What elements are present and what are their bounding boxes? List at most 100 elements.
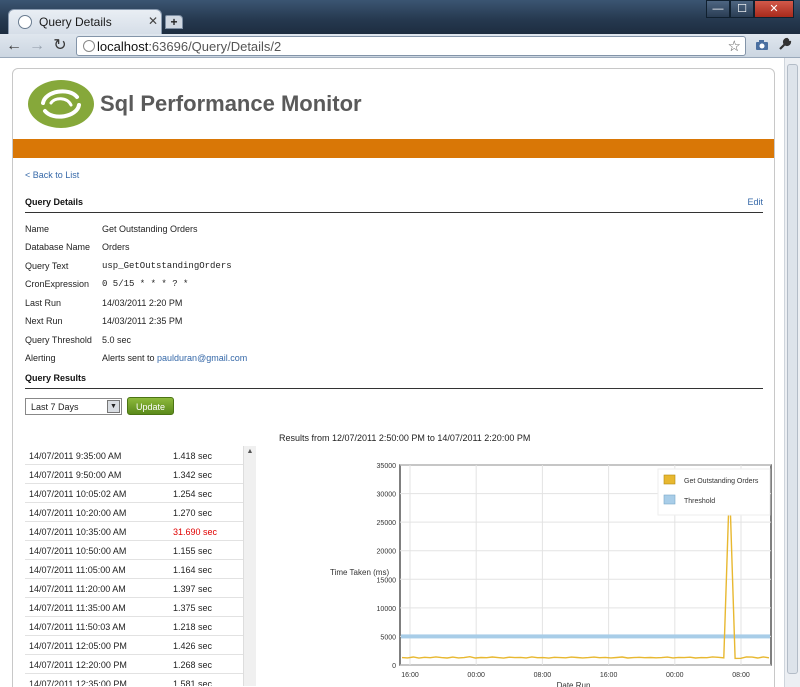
window-controls: — ☐ ✕	[706, 0, 794, 18]
legend-swatch-orders	[663, 474, 676, 485]
result-duration: 1.268 sec	[173, 660, 213, 670]
y-tick-label: 20000	[377, 549, 397, 556]
site-title: Sql Performance Monitor	[100, 91, 362, 116]
result-duration: 1.581 sec	[173, 679, 213, 686]
update-button[interactable]: Update	[127, 397, 174, 415]
x-tick-label: 00:00	[467, 672, 485, 679]
header-accent-bar	[13, 139, 774, 158]
detail-label-name: Name	[25, 224, 50, 234]
result-duration: 1.218 sec	[173, 622, 213, 632]
date-range-select[interactable]: Last 7 Days ▼	[25, 398, 122, 415]
result-date: 14/07/2011 10:05:02 AM	[29, 489, 127, 499]
y-tick-label: 15000	[377, 577, 397, 584]
edit-link[interactable]: Edit	[747, 197, 763, 207]
page-scrollbar[interactable]	[784, 58, 800, 687]
result-date: 14/07/2011 12:35:00 PM	[29, 679, 127, 686]
close-window-button[interactable]: ✕	[754, 0, 794, 18]
alert-email-link[interactable]: paulduran@gmail.com	[157, 353, 247, 363]
detail-value-next-run: 14/03/2011 2:35 PM	[102, 316, 183, 326]
result-row[interactable]: 14/07/2011 10:50:00 AM 1.155 sec	[25, 541, 243, 560]
forward-arrow-icon[interactable]: →	[27, 36, 47, 56]
result-row[interactable]: 14/07/2011 12:35:00 PM 1.581 sec	[25, 674, 243, 686]
result-row[interactable]: 14/07/2011 11:35:00 AM 1.375 sec	[25, 598, 243, 617]
result-duration: 1.164 sec	[173, 565, 213, 575]
address-bar[interactable]: localhost:63696/Query/Details/2 ☆	[76, 36, 746, 56]
chevron-down-icon[interactable]: ▼	[107, 400, 120, 413]
legend-label-threshold: Threshold	[684, 498, 715, 505]
result-duration: 31.690 sec	[173, 527, 218, 537]
x-axis-label: Date Run	[557, 681, 591, 687]
result-row[interactable]: 14/07/2011 11:20:00 AM 1.397 sec	[25, 579, 243, 598]
minimize-button[interactable]: —	[706, 0, 730, 18]
result-date: 14/07/2011 9:50:00 AM	[29, 470, 122, 480]
browser-titlebar: Query Details ✕ + — ☐ ✕	[0, 0, 800, 34]
result-duration: 1.342 sec	[173, 470, 213, 480]
page-scroll-thumb[interactable]	[787, 64, 798, 674]
back-to-list-link[interactable]: < Back to List	[25, 170, 79, 180]
detail-label-threshold: Query Threshold	[25, 335, 92, 345]
x-tick-label: 00:00	[666, 672, 684, 679]
y-tick-label: 5000	[380, 634, 396, 641]
browser-tab[interactable]: Query Details ✕	[8, 9, 162, 34]
detail-label-query-text: Query Text	[25, 261, 69, 271]
result-date: 14/07/2011 11:35:00 AM	[29, 603, 126, 613]
result-date: 14/07/2011 12:20:00 PM	[29, 660, 127, 670]
bookmark-star-icon[interactable]: ☆	[728, 37, 741, 55]
result-date: 14/07/2011 9:35:00 AM	[29, 451, 122, 461]
result-row[interactable]: 14/07/2011 10:05:02 AM 1.254 sec	[25, 484, 243, 503]
tab-close-icon[interactable]: ✕	[148, 14, 158, 28]
detail-value-cron: 0 5/15 * * * ? *	[102, 279, 189, 289]
page-container: Sql Performance Monitor < Back to List Q…	[12, 68, 775, 687]
wrench-icon[interactable]	[775, 36, 795, 56]
result-row[interactable]: 14/07/2011 9:35:00 AM 1.418 sec	[25, 446, 243, 465]
browser-toolbar: ← → ↻ localhost:63696/Query/Details/2 ☆	[0, 34, 800, 58]
scroll-up-icon[interactable]: ▲	[244, 448, 256, 458]
results-range-text: Results from 12/07/2011 2:50:00 PM to 14…	[279, 433, 531, 443]
result-duration: 1.155 sec	[173, 546, 213, 556]
legend-label-orders: Get Outstanding Orders	[684, 478, 759, 485]
detail-label-last-run: Last Run	[25, 298, 62, 308]
query-details-heading: Query Details Edit	[25, 197, 763, 213]
result-row[interactable]: 14/07/2011 12:05:00 PM 1.426 sec	[25, 636, 243, 655]
result-row[interactable]: 14/07/2011 12:20:00 PM 1.268 sec	[25, 655, 243, 674]
url-host: localhost	[97, 39, 149, 54]
legend-swatch-threshold	[663, 494, 676, 505]
result-row[interactable]: 14/07/2011 10:35:00 AM 31.690 sec	[25, 522, 243, 541]
detail-value-last-run: 14/03/2011 2:20 PM	[102, 298, 183, 308]
back-arrow-icon[interactable]: ←	[4, 36, 24, 56]
result-row[interactable]: 14/07/2011 10:20:00 AM 1.270 sec	[25, 503, 243, 522]
date-range-value: Last 7 Days	[31, 402, 79, 412]
y-axis-label: Time Taken (ms)	[330, 568, 389, 577]
query-results-title: Query Results	[25, 373, 87, 383]
result-duration: 1.426 sec	[173, 641, 213, 651]
detail-label-cron: CronExpression	[25, 279, 90, 289]
result-duration: 1.397 sec	[173, 584, 213, 594]
results-list-scrollbar[interactable]: ▲	[243, 446, 256, 686]
x-tick-label: 16:00	[401, 672, 419, 679]
url-path: :63696/Query/Details/2	[148, 39, 282, 54]
detail-value-database: Orders	[102, 242, 130, 252]
x-tick-label: 16:00	[600, 672, 618, 679]
maximize-button[interactable]: ☐	[730, 0, 754, 18]
result-row[interactable]: 14/07/2011 9:50:00 AM 1.342 sec	[25, 465, 243, 484]
detail-label-next-run: Next Run	[25, 316, 63, 326]
y-tick-label: 10000	[377, 606, 397, 613]
result-row[interactable]: 14/07/2011 11:05:00 AM 1.164 sec	[25, 560, 243, 579]
result-duration: 1.254 sec	[173, 489, 213, 499]
new-tab-button[interactable]: +	[165, 15, 183, 29]
threshold-line	[401, 634, 770, 639]
result-row[interactable]: 14/07/2011 11:50:03 AM 1.218 sec	[25, 617, 243, 636]
results-chart: 0 5000 10000 15000 20000 25000 30000 35000 16:00…	[330, 463, 772, 687]
result-date: 14/07/2011 11:05:00 AM	[29, 565, 126, 575]
page-menu-icon[interactable]	[752, 36, 772, 56]
reload-icon[interactable]: ↻	[50, 36, 70, 56]
result-duration: 1.270 sec	[173, 508, 213, 518]
detail-value-alerting: Alerts sent to paulduran@gmail.com	[102, 353, 247, 363]
y-tick-label: 25000	[377, 520, 397, 527]
results-list[interactable]: 14/07/2011 9:35:00 AM 1.418 sec 14/07/2011…	[25, 446, 243, 686]
result-date: 14/07/2011 12:05:00 PM	[29, 641, 127, 651]
detail-value-query-text: usp_GetOutstandingOrders	[102, 261, 232, 271]
result-duration: 1.375 sec	[173, 603, 213, 613]
result-date: 14/07/2011 10:50:00 AM	[29, 546, 127, 556]
page-favicon-icon	[18, 15, 32, 29]
